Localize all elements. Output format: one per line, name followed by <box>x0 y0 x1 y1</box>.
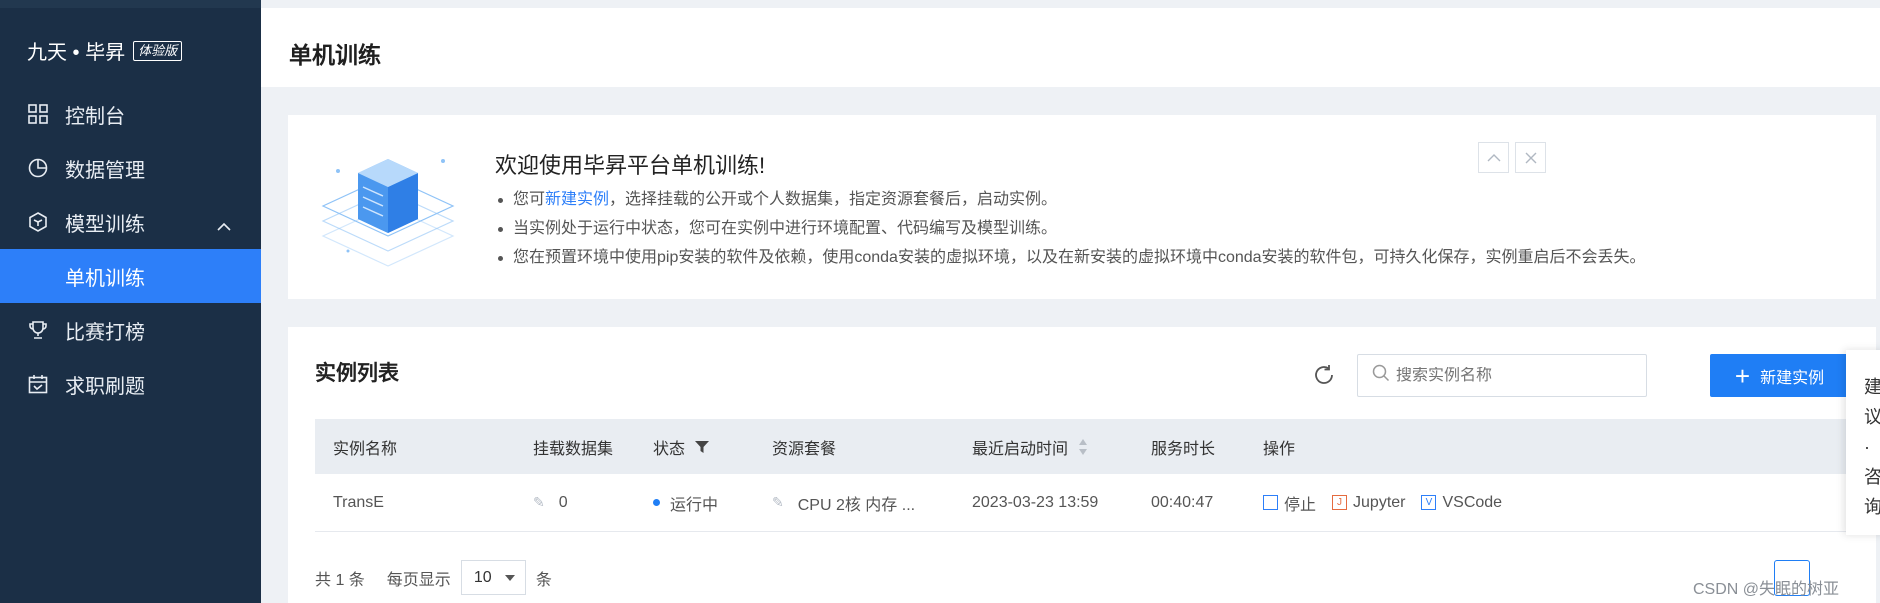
sidebar-menu: 控制台 数据管理 模型训练 单机训练 比赛打榜 求职刷题 <box>0 87 261 411</box>
col-package: 资源套餐 <box>772 440 837 458</box>
sidebar-item-label: 控制台 <box>65 105 125 128</box>
per-page-value: 10 <box>473 568 492 586</box>
sidebar-item-console[interactable]: 控制台 <box>0 87 261 141</box>
calendar-icon <box>27 373 49 395</box>
edition-badge: 体验版 <box>133 40 183 61</box>
grid-icon <box>27 103 49 125</box>
instance-list-card: 实例列表 + 新建实例 实例名称 挂载数据集 状态 资源套餐 最近启动时间 服务… <box>288 327 1876 603</box>
col-status[interactable]: 状态 <box>653 419 710 474</box>
edit-icon[interactable]: ✎ <box>772 494 784 511</box>
table-row: TransE ✎ 0 运行中 ✎ CPU 2核 内存 ... 2023-03-2… <box>315 474 1876 532</box>
col-name: 实例名称 <box>333 440 398 458</box>
per-page-label: 每页显示 <box>386 571 451 589</box>
col-status-label: 状态 <box>653 440 686 458</box>
dataset-cell: ✎ 0 <box>533 474 568 531</box>
sidebar-item-label: 比赛打榜 <box>65 321 145 344</box>
jupyter-icon: J <box>1332 495 1348 510</box>
sidebar-item-jobs[interactable]: 求职刷题 <box>0 357 261 411</box>
jupyter-action[interactable]: J Jupyter <box>1332 494 1405 512</box>
new-instance-link[interactable]: 新建实例 <box>545 191 609 208</box>
col-dataset: 挂载数据集 <box>533 440 614 458</box>
stop-label: 停止 <box>1284 496 1317 514</box>
duration-cell: 00:40:47 <box>1151 493 1214 511</box>
page-title: 单机训练 <box>289 42 381 68</box>
instance-name[interactable]: TransE <box>333 474 384 531</box>
sidebar-item-model-training[interactable]: 模型训练 <box>0 195 261 249</box>
search-icon <box>1372 364 1390 387</box>
page-header: 单机训练 <box>261 8 1880 87</box>
stop-action[interactable]: 停止 <box>1263 491 1316 515</box>
sidebar-item-label: 数据管理 <box>65 159 145 182</box>
col-actions: 操作 <box>1263 440 1296 458</box>
filter-icon[interactable] <box>695 440 710 453</box>
feedback-text: 建议 · 咨询 <box>1864 377 1880 517</box>
chevron-up-icon <box>1487 154 1500 162</box>
status-cell: 运行中 <box>653 474 718 531</box>
col-last-start-label: 最近启动时间 <box>972 440 1069 458</box>
tip-text: 您可 <box>513 191 546 208</box>
close-icon <box>1525 152 1536 163</box>
sidebar-item-label: 求职刷题 <box>65 375 145 398</box>
trophy-icon <box>27 319 49 341</box>
package-text: CPU 2核 内存 ... <box>797 496 916 514</box>
actions-cell: 停止 J Jupyter V VSCode <box>1263 474 1518 531</box>
sidebar-item-competition[interactable]: 比赛打榜 <box>0 303 261 357</box>
table-header: 实例名称 挂载数据集 状态 资源套餐 最近启动时间 服务时长 操作 <box>315 419 1876 474</box>
pagination: 共 1 条 每页显示 10 条 <box>315 560 552 595</box>
list-title: 实例列表 <box>315 362 399 385</box>
dataset-count: 0 <box>558 493 568 511</box>
sidebar-item-label: 单机训练 <box>65 267 145 290</box>
plus-icon: + <box>1734 360 1751 391</box>
vscode-label: VSCode <box>1442 493 1503 511</box>
jupyter-label: Jupyter <box>1353 493 1406 511</box>
package-cell: ✎ CPU 2核 内存 ... <box>772 474 915 531</box>
feedback-panel[interactable]: 建议 · 咨询 <box>1846 350 1880 535</box>
sidebar-item-data[interactable]: 数据管理 <box>0 141 261 195</box>
stop-icon <box>1263 495 1278 510</box>
welcome-tips: 您可新建实例，选择挂载的公开或个人数据集，指定资源套餐后，启动实例。 当实例处于… <box>495 185 1646 272</box>
new-instance-label: 新建实例 <box>1760 369 1825 387</box>
vscode-action[interactable]: V VSCode <box>1421 494 1502 512</box>
sort-icon[interactable] <box>1078 438 1088 456</box>
sidebar-topbar <box>0 0 261 8</box>
sidebar-item-label: 模型训练 <box>65 213 145 236</box>
chevron-up-icon <box>217 215 231 238</box>
search-input-wrapper <box>1357 354 1647 397</box>
cube-icon <box>27 211 49 233</box>
tip-item: 您在预置环境中使用pip安装的软件及依赖，使用conda安装的虚拟环境，以及在新… <box>495 243 1646 272</box>
edit-icon[interactable]: ✎ <box>533 494 545 511</box>
caret-down-icon <box>504 574 515 581</box>
close-button[interactable] <box>1515 142 1546 173</box>
tip-text: ，选择挂载的公开或个人数据集，指定资源套餐后，启动实例。 <box>609 191 1058 208</box>
server-illustration <box>318 141 458 276</box>
brand-name: 九天 • 毕昇 <box>27 42 126 64</box>
last-start-cell: 2023-03-23 13:59 <box>972 493 1099 511</box>
vscode-icon: V <box>1421 495 1437 510</box>
per-page-unit: 条 <box>535 571 552 589</box>
sidebar: 九天 • 毕昇 体验版 控制台 数据管理 模型训练 单机训练 比赛打榜 求职刷题 <box>0 0 261 603</box>
per-page-select[interactable]: 10 <box>460 560 526 595</box>
col-last-start[interactable]: 最近启动时间 <box>972 419 1088 474</box>
brand-logo[interactable]: 九天 • 毕昇 体验版 <box>27 36 183 65</box>
welcome-title: 欢迎使用毕昇平台单机训练! <box>495 153 766 178</box>
status-text: 运行中 <box>670 496 719 514</box>
search-input[interactable] <box>1396 366 1626 385</box>
tip-item: 您可新建实例，选择挂载的公开或个人数据集，指定资源套餐后，启动实例。 <box>495 185 1646 214</box>
col-duration: 服务时长 <box>1151 440 1216 458</box>
sidebar-item-single-training[interactable]: 单机训练 <box>0 249 261 303</box>
refresh-icon[interactable] <box>1312 363 1336 387</box>
welcome-card: 欢迎使用毕昇平台单机训练! 您可新建实例，选择挂载的公开或个人数据集，指定资源套… <box>288 115 1876 299</box>
status-dot-icon <box>653 499 660 506</box>
new-instance-button[interactable]: + 新建实例 <box>1710 354 1849 397</box>
watermark: CSDN @失眠的树亚 <box>1693 581 1840 598</box>
collapse-button[interactable] <box>1478 142 1509 173</box>
total-count: 共 1 条 <box>315 571 365 589</box>
pie-chart-icon <box>27 157 49 179</box>
tip-item: 当实例处于运行中状态，您可在实例中进行环境配置、代码编写及模型训练。 <box>495 214 1646 243</box>
